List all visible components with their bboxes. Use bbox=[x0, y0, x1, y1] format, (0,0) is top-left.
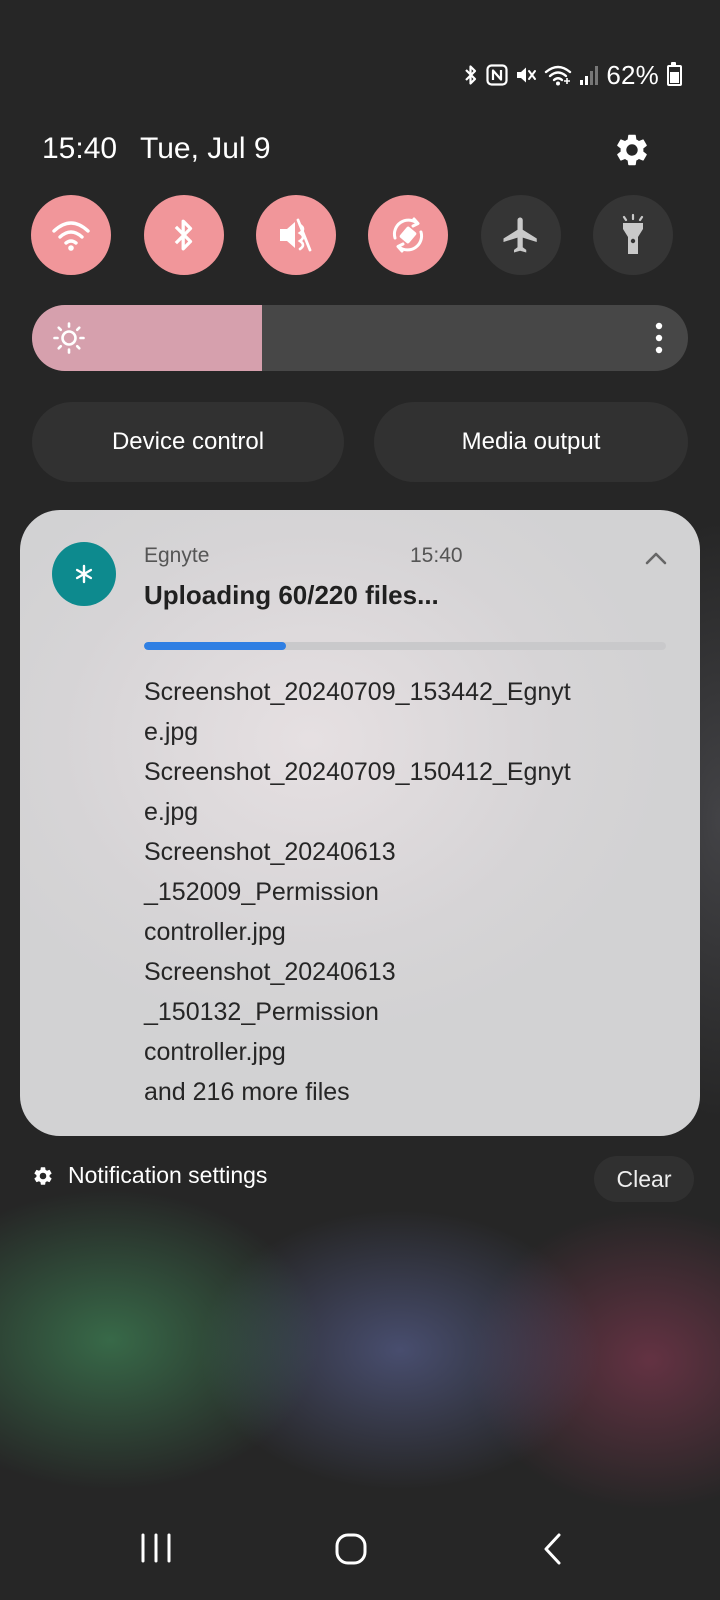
wifi-icon bbox=[52, 221, 90, 251]
bluetooth-icon bbox=[465, 65, 477, 85]
battery-icon bbox=[667, 61, 682, 86]
clock-time: 15:40 bbox=[42, 132, 118, 165]
file-line: _152009_Permission bbox=[144, 878, 379, 906]
asterisk-icon bbox=[75, 564, 93, 584]
notification-settings-link[interactable]: Notification settings bbox=[32, 1162, 267, 1189]
airplane-icon bbox=[503, 217, 537, 253]
file-line: Screenshot_20240709_150412_Egnyt bbox=[144, 758, 571, 786]
settings-button[interactable] bbox=[612, 130, 652, 170]
file-line: Screenshot_20240613 bbox=[144, 958, 396, 986]
upload-progress-bar bbox=[144, 642, 666, 650]
back-icon bbox=[544, 1533, 561, 1565]
notification-time: 15:40 bbox=[410, 544, 463, 567]
tile-auto-rotate[interactable] bbox=[368, 195, 448, 275]
file-line: controller.jpg bbox=[144, 918, 286, 946]
tile-airplane[interactable] bbox=[481, 195, 561, 275]
clock-date: Tue, Jul 9 bbox=[140, 132, 271, 165]
more-options-icon[interactable] bbox=[654, 322, 664, 354]
upload-progress-fill bbox=[144, 642, 287, 650]
nfc-icon bbox=[486, 64, 508, 86]
tile-flashlight[interactable] bbox=[593, 195, 673, 275]
back-button[interactable] bbox=[542, 1532, 564, 1571]
brightness-slider[interactable] bbox=[32, 305, 688, 371]
chevron-up-icon[interactable] bbox=[644, 550, 668, 566]
file-line: e.jpg bbox=[144, 718, 199, 746]
notification-app-name: Egnyte bbox=[144, 544, 210, 567]
flashlight-icon bbox=[622, 213, 644, 254]
notification-title: Uploading 60/220 files... bbox=[144, 580, 439, 610]
home-button[interactable] bbox=[334, 1532, 368, 1571]
egnyte-app-icon bbox=[52, 542, 116, 606]
clear-button[interactable]: Clear bbox=[594, 1156, 694, 1202]
mute-icon bbox=[280, 218, 312, 252]
recents-button[interactable] bbox=[140, 1532, 172, 1569]
battery-percentage: 62% bbox=[606, 59, 659, 90]
auto-rotate-icon bbox=[392, 217, 424, 253]
signal-icon bbox=[580, 66, 599, 85]
tile-bluetooth[interactable] bbox=[144, 195, 224, 275]
file-line: e.jpg bbox=[144, 798, 199, 826]
sun-icon bbox=[53, 322, 85, 354]
file-line: controller.jpg bbox=[144, 1038, 286, 1066]
recents-icon bbox=[141, 1533, 171, 1563]
media-output-button[interactable]: Media output bbox=[374, 402, 688, 482]
tile-sound[interactable] bbox=[256, 195, 336, 275]
gear-icon bbox=[34, 1166, 52, 1185]
home-icon bbox=[335, 1533, 367, 1565]
notification-card[interactable]: Egnyte 15:40 Uploading 60/220 files... S… bbox=[20, 510, 700, 1136]
file-line: _150132_Permission bbox=[144, 998, 379, 1026]
notification-settings-label: Notification settings bbox=[68, 1162, 268, 1188]
bluetooth-icon bbox=[174, 219, 193, 251]
mute-icon bbox=[517, 67, 537, 83]
file-list: Screenshot_20240709_153442_Egnyt e.jpg S… bbox=[144, 672, 644, 1112]
more-files-line: and 216 more files bbox=[144, 1078, 350, 1106]
file-line: Screenshot_20240613 bbox=[144, 838, 396, 866]
wifi-icon bbox=[545, 65, 572, 86]
status-bar: 62% bbox=[463, 58, 682, 92]
device-control-button[interactable]: Device control bbox=[32, 402, 344, 482]
gear-icon bbox=[617, 134, 647, 166]
tile-wifi[interactable] bbox=[31, 195, 111, 275]
file-line: Screenshot_20240709_153442_Egnyt bbox=[144, 678, 571, 706]
